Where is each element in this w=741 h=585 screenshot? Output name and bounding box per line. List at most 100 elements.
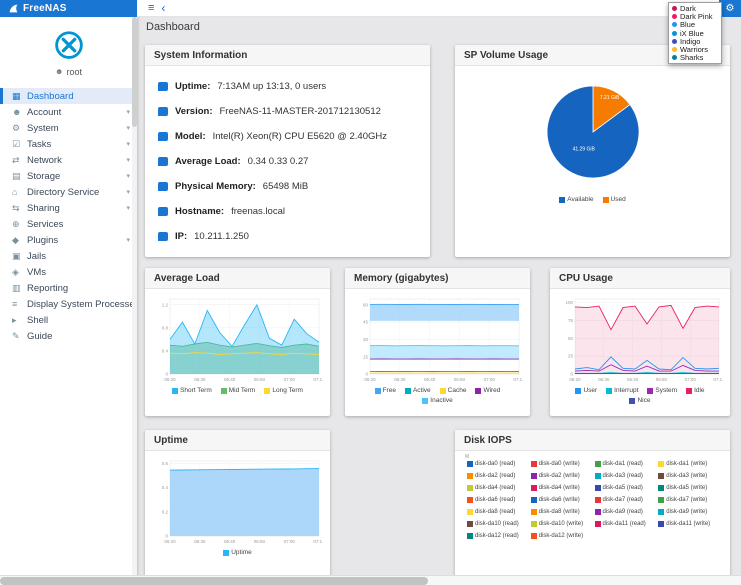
card-title: Average Load [145, 268, 330, 289]
sysinfo-label: Hostname: [175, 205, 225, 217]
sidebar-item-shell[interactable]: ▸ Shell [0, 312, 137, 328]
brand[interactable]: FreeNAS [0, 0, 137, 17]
sidebar-item-vms[interactable]: ◈ VMs [0, 264, 137, 280]
nav-label: Shell [27, 314, 49, 326]
nav-label: Tasks [27, 138, 52, 150]
sidebar-item-guide[interactable]: ✎ Guide [0, 328, 137, 344]
sidebar-item-reporting[interactable]: ▥ Reporting [0, 280, 137, 296]
sidebar-item-display-system-processes[interactable]: ≡ Display System Processes [0, 296, 137, 312]
collapse-icon[interactable]: ‹ [161, 2, 165, 14]
sysinfo-row: IP: 10.211.1.250 [158, 227, 417, 245]
nav-label: Dashboard [27, 90, 74, 102]
legend-item: disk-da12 (read) [467, 533, 527, 539]
legend-swatch [467, 473, 473, 479]
menu-toggle-icon[interactable]: ≡ [148, 2, 154, 14]
scrollbar-thumb[interactable] [0, 577, 428, 585]
legend-item: Used [602, 196, 626, 203]
legend-label: Mid Term [228, 387, 256, 394]
card-title: System Information [145, 45, 430, 66]
legend-item: disk-da10 (read) [467, 521, 527, 527]
svg-text:45: 45 [363, 320, 369, 325]
sidebar-item-directory-service[interactable]: ⌂ Directory Service ▾ [0, 184, 137, 200]
sidebar-item-tasks[interactable]: ☑ Tasks ▾ [0, 136, 137, 152]
svg-text:06:30: 06:30 [598, 377, 610, 382]
sp-volume-body: 7.21 GiB 41.29 GiB Available Used [455, 66, 730, 203]
nav-label: Network [27, 154, 62, 166]
legend-label: Long Term [272, 387, 303, 394]
legend-item: disk-da4 (read) [467, 485, 527, 491]
legend-label: disk-da2 (write) [538, 473, 580, 479]
axis-unit-label: M [465, 454, 470, 460]
legend-item: disk-da6 (write) [530, 497, 591, 503]
svg-text:06:50: 06:50 [454, 377, 466, 382]
legend-label: disk-da8 (read) [475, 509, 516, 515]
svg-text:100: 100 [565, 300, 573, 305]
legend-label: Active [412, 387, 431, 394]
legend-item: disk-da9 (read) [594, 509, 655, 515]
legend-swatch [374, 387, 381, 394]
legend-label: disk-da0 (read) [475, 461, 516, 467]
reporting-icon: ▥ [12, 282, 21, 293]
legend-swatch [467, 521, 473, 527]
sidebar-scrollbar[interactable] [132, 17, 137, 585]
legend-swatch [658, 497, 665, 503]
sidebar-item-sharing[interactable]: ⇆ Sharing ▾ [0, 200, 137, 216]
legend-item: disk-da3 (read) [594, 473, 655, 479]
top-bar: FreeNAS ≡ ‹ ⚙ [0, 0, 741, 17]
svg-text:07:10: 07:10 [713, 377, 722, 382]
system-information-card: System Information Uptime: 7:13AM up 13:1… [145, 45, 430, 257]
sidebar-item-plugins[interactable]: ◆ Plugins ▾ [0, 232, 137, 248]
settings-gear-button[interactable]: ⚙ [719, 0, 741, 17]
sidebar-item-jails[interactable]: ▣ Jails [0, 248, 137, 264]
chart-legend: User Interrupt System Idle Nice [565, 387, 715, 404]
legend-item: Inactive [422, 397, 453, 404]
svg-text:07:00: 07:00 [484, 377, 496, 382]
legend-label: disk-da5 (write) [666, 485, 708, 491]
user-row[interactable]: ☻ root [55, 67, 82, 77]
toolbar: ≡ ‹ [137, 0, 719, 17]
disk-iops-legend: disk-da0 (read) disk-da0 (write) disk-da1 … [467, 461, 718, 539]
legend-item: Cache [439, 387, 466, 394]
sidebar-item-services[interactable]: ⊕ Services [0, 216, 137, 232]
sysinfo-row: Version: FreeNAS-11-MASTER-201712130512 [158, 102, 417, 120]
svg-text:75: 75 [568, 318, 574, 323]
svg-text:0.2: 0.2 [162, 509, 169, 514]
legend-swatch [594, 473, 601, 479]
sysinfo-value: 7:13AM up 13:13, 0 users [217, 80, 327, 92]
legend-item: disk-da5 (read) [594, 485, 655, 491]
legend-label: Uptime [231, 549, 252, 556]
horizontal-scrollbar[interactable] [0, 575, 741, 585]
user-icon: ☻ [55, 67, 64, 76]
sidebar-item-account[interactable]: ☻ Account ▾ [0, 104, 137, 120]
legend-label: disk-da8 (write) [538, 509, 580, 515]
legend-item: System [647, 387, 677, 394]
sidebar-item-storage[interactable]: ▤ Storage ▾ [0, 168, 137, 184]
svg-text:06:40: 06:40 [224, 377, 236, 382]
sidebar: ☻ root ▦ Dashboard ☻ Account ▾ ⚙ System ▾ ☑ Ta… [0, 17, 137, 585]
legend-item: Nice [629, 397, 651, 404]
user-profile: ☻ root [0, 17, 137, 81]
sidebar-item-dashboard[interactable]: ▦ Dashboard [0, 88, 137, 104]
svg-text:0.8: 0.8 [162, 325, 169, 330]
svg-text:25: 25 [568, 354, 574, 359]
sidebar-item-network[interactable]: ⇄ Network ▾ [0, 152, 137, 168]
svg-text:06:30: 06:30 [194, 539, 206, 544]
theme-color-dot [672, 47, 677, 53]
sysinfo-label: Uptime: [175, 80, 211, 92]
ix-logo [54, 31, 83, 59]
theme-item-sharks[interactable]: Sharks [672, 53, 718, 62]
svg-text:0: 0 [165, 372, 168, 377]
svg-text:06:50: 06:50 [656, 377, 668, 382]
legend-label: Available [567, 196, 594, 203]
svg-text:06:30: 06:30 [194, 377, 206, 382]
legend-label: disk-da11 (read) [602, 521, 646, 527]
chevron-down-icon: ▾ [126, 172, 130, 180]
legend-swatch [530, 485, 537, 491]
legend-label: disk-da3 (read) [602, 473, 643, 479]
storage-icon: ▤ [12, 170, 21, 181]
sharing-icon: ⇆ [12, 202, 20, 213]
scrollbar-thumb[interactable] [132, 17, 137, 127]
legend-item: User [575, 387, 597, 394]
sidebar-item-system[interactable]: ⚙ System ▾ [0, 120, 137, 136]
legend-label: Interrupt [614, 387, 639, 394]
